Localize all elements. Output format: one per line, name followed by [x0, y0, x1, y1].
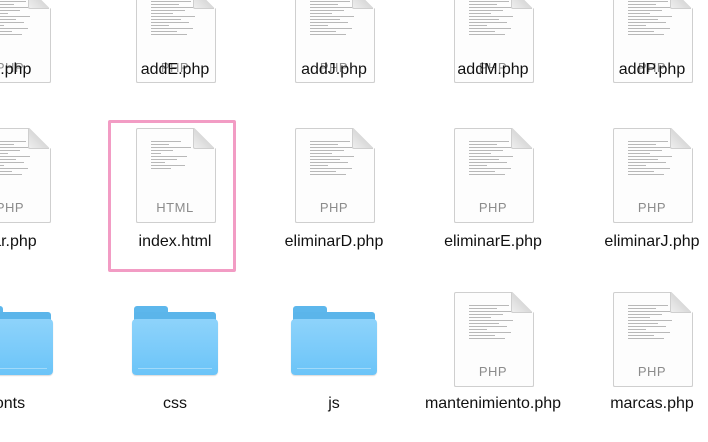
page-fold-corner: [28, 0, 49, 9]
code-preview-lines: [628, 0, 674, 37]
folder-front: [0, 319, 53, 375]
file-item[interactable]: PHP addP.php: [587, 0, 708, 138]
item-icon[interactable]: PHP: [450, 128, 536, 223]
page-fold-corner: [670, 292, 691, 313]
php-file-icon: PHP: [609, 128, 695, 223]
file-item[interactable]: PHP addJ.php: [269, 0, 399, 138]
folder-front: [291, 319, 377, 375]
folder-icon: [132, 306, 218, 376]
php-file-icon: PHP: [291, 128, 377, 223]
file-item[interactable]: HTML index.html: [108, 120, 240, 278]
item-name-label[interactable]: gar.php: [0, 232, 75, 252]
item-name-label[interactable]: addP.php: [587, 60, 708, 80]
html-file-icon: HTML: [132, 128, 218, 223]
page-fold-corner: [28, 128, 49, 149]
file-extension-label: PHP: [637, 200, 667, 215]
code-preview-lines: [310, 0, 356, 37]
page-fold-corner: [670, 128, 691, 149]
code-preview-lines: [310, 139, 356, 177]
php-file-icon: PHP: [609, 292, 695, 387]
item-name-label[interactable]: mantenimiento.php: [423, 394, 563, 414]
code-preview-lines: [628, 303, 674, 341]
code-preview-lines: [469, 0, 515, 37]
page-fold-corner: [511, 292, 532, 313]
code-preview-lines: [469, 303, 515, 341]
item-name-label[interactable]: onts: [0, 394, 75, 414]
item-name-label[interactable]: index.html: [110, 232, 240, 252]
file-item[interactable]: PHP addM.php: [428, 0, 558, 138]
item-name-label[interactable]: D.php: [0, 60, 75, 80]
php-file-icon: PHP: [450, 292, 536, 387]
file-extension-label: HTML: [156, 200, 194, 215]
item-icon[interactable]: PHP: [609, 292, 695, 387]
item-icon[interactable]: PHP: [291, 128, 377, 223]
file-item[interactable]: PHP mantenimiento.php: [425, 292, 561, 442]
folder-front: [132, 319, 218, 375]
file-item[interactable]: PHP gar.php: [0, 128, 75, 278]
item-icon[interactable]: HTML: [132, 128, 218, 223]
item-name-label[interactable]: eliminarD.php: [269, 232, 399, 252]
page-fold-corner: [193, 128, 214, 149]
item-icon[interactable]: PHP: [0, 128, 53, 223]
finder-icon-grid: PHPD.phpPHPaddE.phpPHPaddJ.phpPHPaddM.ph…: [0, 0, 708, 439]
file-item[interactable]: PHP eliminarJ.php: [587, 128, 708, 278]
item-icon[interactable]: [291, 292, 377, 387]
item-icon[interactable]: PHP: [609, 128, 695, 223]
page-fold-corner: [193, 0, 214, 9]
code-preview-lines: [151, 139, 197, 171]
file-item[interactable]: PHP marcas.php: [587, 292, 708, 442]
item-name-label[interactable]: addJ.php: [269, 60, 399, 80]
page-fold-corner: [352, 0, 373, 9]
folder-item[interactable]: onts: [0, 292, 75, 442]
file-extension-label: PHP: [319, 200, 349, 215]
item-name-label[interactable]: addE.php: [110, 60, 240, 80]
code-preview-lines: [469, 139, 515, 177]
item-icon[interactable]: [132, 292, 218, 387]
folder-icon: [291, 306, 377, 376]
item-icon[interactable]: [0, 292, 53, 387]
item-name-label[interactable]: eliminarE.php: [428, 232, 558, 252]
file-item[interactable]: PHP eliminarE.php: [428, 128, 558, 278]
php-file-icon: PHP: [450, 128, 536, 223]
item-name-label[interactable]: addM.php: [428, 60, 558, 80]
file-extension-label: PHP: [637, 364, 667, 379]
item-name-label[interactable]: eliminarJ.php: [587, 232, 708, 252]
file-extension-label: PHP: [478, 364, 508, 379]
folder-item[interactable]: css: [110, 292, 240, 442]
file-extension-label: PHP: [0, 200, 25, 215]
code-preview-lines: [151, 0, 197, 37]
item-icon[interactable]: PHP: [450, 292, 536, 387]
item-name-label[interactable]: css: [110, 394, 240, 414]
item-name-label[interactable]: marcas.php: [587, 394, 708, 414]
page-fold-corner: [511, 0, 532, 9]
file-extension-label: PHP: [478, 200, 508, 215]
folder-icon: [0, 306, 53, 376]
php-file-icon: PHP: [0, 128, 53, 223]
code-preview-lines: [628, 139, 674, 177]
item-name-label[interactable]: js: [269, 394, 399, 414]
page-fold-corner: [352, 128, 373, 149]
file-item[interactable]: PHPD.php: [0, 0, 75, 138]
page-fold-corner: [511, 128, 532, 149]
folder-item[interactable]: js: [269, 292, 399, 442]
file-item[interactable]: PHP addE.php: [110, 0, 240, 138]
page-fold-corner: [670, 0, 691, 9]
file-item[interactable]: PHP eliminarD.php: [269, 128, 399, 278]
